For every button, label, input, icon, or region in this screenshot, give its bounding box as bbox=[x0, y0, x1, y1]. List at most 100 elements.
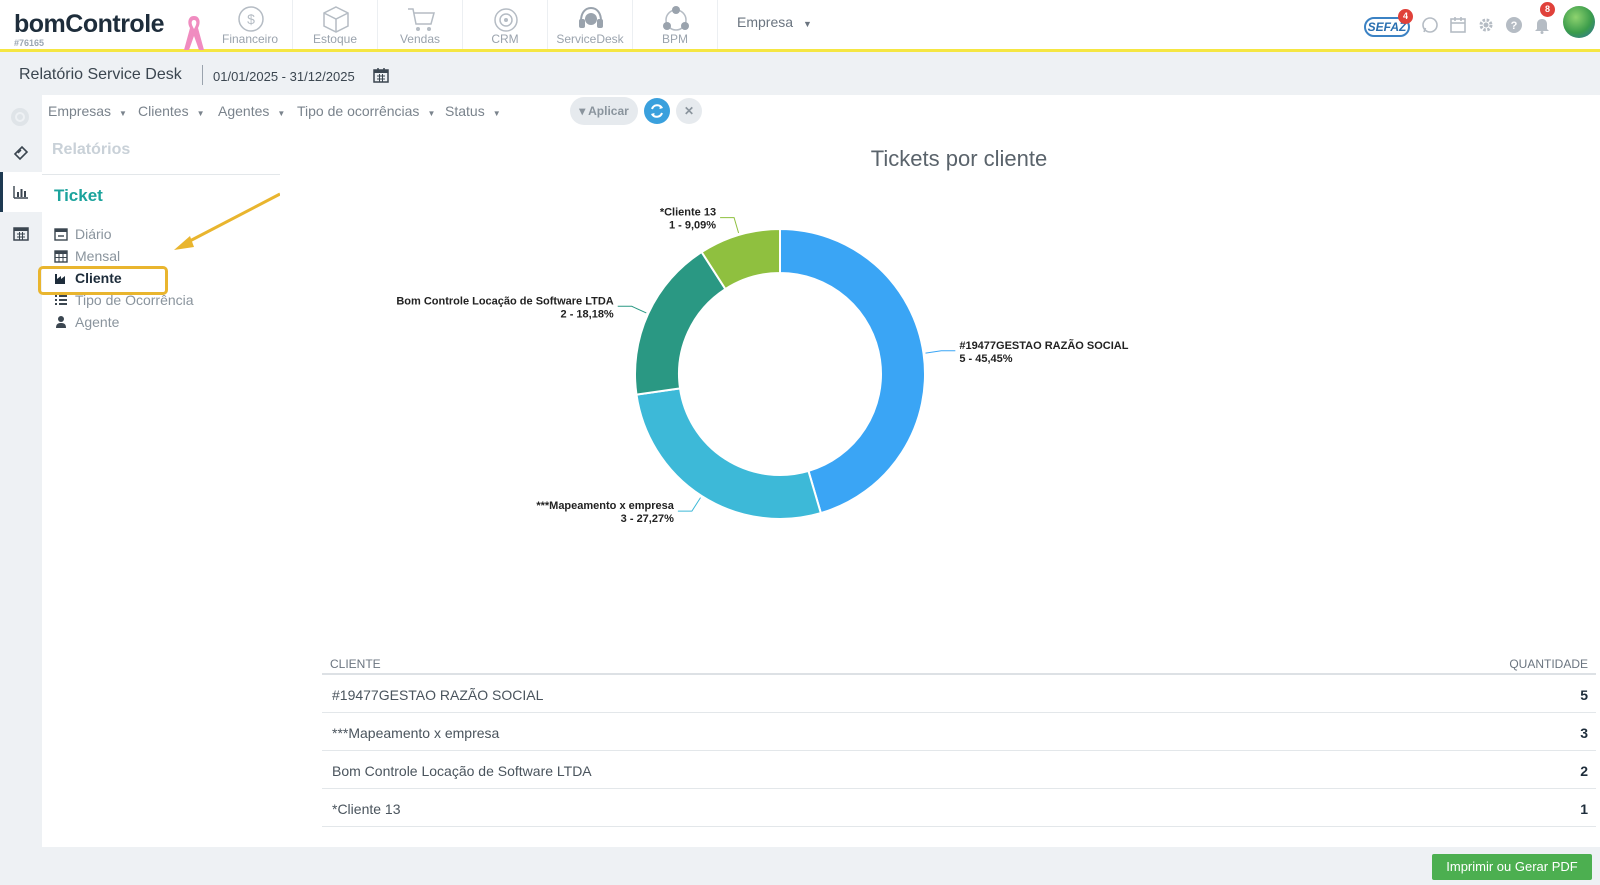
cell-quantity: 1 bbox=[1580, 801, 1588, 817]
slice-value-label: 1 - 9,09% bbox=[669, 220, 716, 232]
awareness-ribbon-icon bbox=[184, 16, 204, 50]
slice-label: *Cliente 13 bbox=[660, 207, 716, 219]
sidebar-item-label: Diário bbox=[75, 226, 112, 242]
slice-leader-line bbox=[677, 497, 701, 512]
slice-label: Bom Controle Locação de Software LTDA bbox=[396, 295, 613, 307]
cell-client: *Cliente 13 bbox=[332, 801, 401, 817]
rail-item-reports[interactable] bbox=[0, 172, 42, 212]
headset-icon bbox=[579, 6, 603, 28]
cell-client: #19477GESTAO RAZÃO SOCIAL bbox=[332, 687, 544, 703]
clear-filters-button[interactable]: ✕ bbox=[676, 98, 702, 124]
table-row: Bom Controle Locação de Software LTDA 2 bbox=[322, 751, 1596, 789]
report-content: Tickets por cliente #19477GESTAO RAZÃO S… bbox=[280, 131, 1600, 847]
divider bbox=[42, 174, 280, 175]
module-label: Vendas bbox=[399, 32, 441, 46]
rail-toggle[interactable] bbox=[0, 97, 42, 137]
svg-text:$: $ bbox=[247, 11, 255, 27]
caret-down-icon: ▼ bbox=[492, 109, 501, 118]
calendar-grid-icon bbox=[54, 250, 68, 263]
module-financeiro[interactable]: $ Financeiro bbox=[208, 0, 293, 49]
caret-down-icon: ▼ bbox=[196, 109, 205, 118]
footer-bar bbox=[0, 847, 1600, 885]
donut-slice[interactable] bbox=[779, 227, 926, 515]
column-header-quantity[interactable]: QUANTIDADE bbox=[1509, 657, 1588, 671]
slice-value-label: 5 - 45,45% bbox=[959, 353, 1012, 365]
table-row: ***Mapeamento x empresa 3 bbox=[322, 713, 1596, 751]
user-icon bbox=[56, 316, 66, 328]
gear-icon[interactable] bbox=[1477, 16, 1495, 34]
filter-clientes[interactable]: Clientes ▼ bbox=[138, 103, 205, 119]
target-icon bbox=[494, 8, 518, 32]
clients-table: CLIENTE QUANTIDADE #19477GESTAO RAZÃO SO… bbox=[322, 641, 1596, 827]
donut-chart: #19477GESTAO RAZÃO SOCIAL5 - 45,45% ***Ma… bbox=[396, 207, 1128, 526]
column-header-client[interactable]: CLIENTE bbox=[330, 657, 381, 671]
slice-label: #19477GESTAO RAZÃO SOCIAL bbox=[959, 339, 1128, 352]
divider bbox=[202, 65, 203, 85]
funnel-icon: ▾ bbox=[579, 104, 586, 118]
circle-toggle-icon bbox=[11, 108, 29, 126]
sidebar-section-ticket[interactable]: Ticket bbox=[54, 186, 103, 206]
help-icon[interactable]: ? bbox=[1505, 16, 1523, 34]
bell-icon[interactable] bbox=[1533, 16, 1551, 34]
module-label: BPM bbox=[661, 32, 688, 46]
cell-quantity: 3 bbox=[1580, 725, 1588, 741]
account-id: #76165 bbox=[14, 38, 45, 48]
close-icon: ✕ bbox=[683, 104, 695, 118]
slice-value-label: 3 - 27,27% bbox=[621, 513, 674, 525]
slice-leader-line bbox=[617, 305, 647, 314]
user-avatar[interactable] bbox=[1563, 6, 1595, 38]
slice-leader-line bbox=[720, 217, 740, 234]
rail-item-calendar[interactable] bbox=[0, 213, 42, 253]
sidebar-item-agente[interactable]: Agente bbox=[54, 314, 119, 330]
filter-label: Agentes bbox=[218, 103, 270, 119]
refresh-button[interactable] bbox=[644, 98, 670, 124]
date-range[interactable]: 01/01/2025 - 31/12/2025 bbox=[213, 69, 355, 84]
filter-label: Clientes bbox=[138, 103, 189, 119]
list-icon bbox=[55, 295, 67, 305]
sidebar-item-label: Agente bbox=[75, 314, 120, 330]
filter-status[interactable]: Status ▼ bbox=[445, 103, 501, 119]
cart-icon bbox=[408, 8, 435, 31]
module-nav: $ Financeiro Estoque Vendas CRM ServiceD… bbox=[208, 0, 718, 52]
cell-client: ***Mapeamento x empresa bbox=[332, 725, 500, 741]
svg-text:?: ? bbox=[1511, 20, 1518, 32]
sidebar-item-diario[interactable]: Diário bbox=[54, 226, 112, 242]
sidebar-item-mensal[interactable]: Mensal bbox=[54, 248, 120, 264]
module-bpm[interactable]: BPM bbox=[633, 0, 718, 49]
caret-down-icon: ▼ bbox=[119, 109, 127, 118]
refresh-icon bbox=[651, 104, 663, 118]
module-crm[interactable]: CRM bbox=[463, 0, 548, 49]
annotation-arrow-icon bbox=[174, 192, 281, 250]
cell-quantity: 2 bbox=[1580, 763, 1588, 779]
apply-filters-button[interactable]: ▾ Aplicar bbox=[570, 97, 638, 125]
filter-bar: Empresas ▼ Clientes ▼ Agentes ▼ Tipo de oco… bbox=[42, 95, 1600, 131]
donut-slice[interactable] bbox=[634, 250, 727, 396]
calendar-icon bbox=[54, 228, 68, 241]
filter-agentes[interactable]: Agentes ▼ bbox=[218, 103, 285, 119]
filter-tipo-ocorrencias[interactable]: Tipo de ocorrências ▼ bbox=[297, 103, 435, 119]
ticket-icon bbox=[13, 145, 29, 161]
module-label: CRM bbox=[491, 32, 519, 46]
module-vendas[interactable]: Vendas bbox=[378, 0, 463, 49]
brand-logo[interactable]: bomControle bbox=[14, 10, 165, 39]
module-servicedesk[interactable]: ServiceDesk bbox=[548, 0, 633, 49]
slice-leader-line bbox=[925, 350, 956, 354]
filter-empresas[interactable]: Empresas ▼ bbox=[48, 103, 127, 119]
rail-item-tickets[interactable] bbox=[0, 133, 42, 173]
module-estoque[interactable]: Estoque bbox=[293, 0, 378, 49]
calendar-icon[interactable] bbox=[1449, 16, 1467, 34]
print-pdf-button[interactable]: Imprimir ou Gerar PDF bbox=[1432, 854, 1592, 880]
slice-value-label: 2 - 18,18% bbox=[561, 308, 614, 320]
module-label: Estoque bbox=[312, 32, 358, 46]
table-row: *Cliente 13 1 bbox=[322, 789, 1596, 827]
page-header: Relatório Service Desk 01/01/2025 - 31/1… bbox=[0, 55, 1600, 95]
table-row: #19477GESTAO RAZÃO SOCIAL 5 bbox=[322, 675, 1596, 713]
whatsapp-icon[interactable] bbox=[1421, 16, 1439, 34]
table-header: CLIENTE QUANTIDADE bbox=[322, 641, 1596, 675]
caret-down-icon: ▼ bbox=[277, 109, 286, 118]
calendar-icon[interactable] bbox=[373, 67, 389, 83]
company-dropdown[interactable]: Empresa ▼ bbox=[737, 14, 812, 30]
company-dropdown-label: Empresa bbox=[737, 14, 794, 30]
calendar-icon bbox=[13, 227, 29, 241]
caret-down-icon: ▼ bbox=[427, 109, 436, 118]
